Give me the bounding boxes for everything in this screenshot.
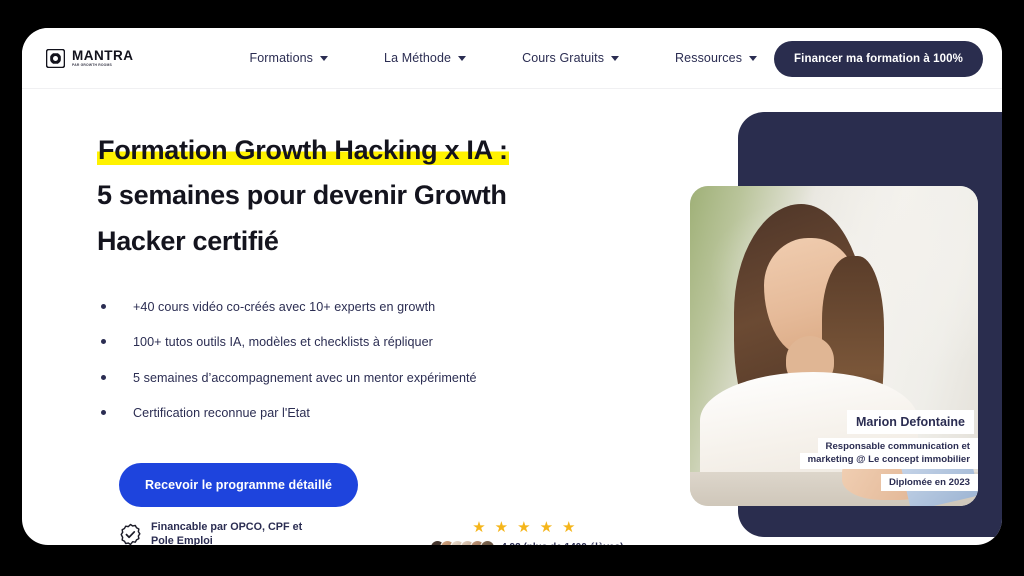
hero-content: Formation Growth Hacking x IA : 5 semain… <box>97 128 617 508</box>
bullet-icon <box>101 304 106 310</box>
nav-label: Cours Gratuits <box>522 51 605 65</box>
funding-text: Financable par OPCO, CPF et Pole Emploi <box>151 521 303 545</box>
chevron-down-icon <box>320 56 329 61</box>
rating-block: ★ ★ ★ ★ ★ 4,92 (plus de 1400 élèves) <box>430 520 624 545</box>
chevron-down-icon <box>458 56 467 61</box>
star-icon: ★ <box>472 519 486 536</box>
avatar-stack <box>430 540 496 545</box>
star-icon: ★ <box>539 519 554 536</box>
rating-summary: 4,92 (plus de 1400 élèves) <box>430 540 624 545</box>
nav-item-la-methode[interactable]: La Méthode <box>356 51 494 65</box>
list-item-label: 100+ tutos outils IA, modèles et checkli… <box>133 335 433 350</box>
header-financing-cta-button[interactable]: Financer ma formation à 100% <box>774 41 983 77</box>
main-nav: Formations La Méthode Cours Gratuits Res… <box>222 51 786 65</box>
page-title: Formation Growth Hacking x IA : 5 semain… <box>97 128 617 264</box>
nav-label: Ressources <box>675 51 743 65</box>
funding-badge: Financable par OPCO, CPF et Pole Emploi <box>119 520 302 545</box>
avatar <box>480 540 496 545</box>
testimonial-graduation: Diplomée en 2023 <box>880 473 978 491</box>
nav-label: Formations <box>249 51 314 65</box>
logo-name: MANTRA <box>72 47 134 63</box>
bullet-icon <box>101 374 106 380</box>
student-photo-card: Marion Defontaine Responsable communicat… <box>690 186 978 506</box>
mantra-aperture-icon <box>46 48 65 68</box>
list-item-label: +40 cours vidéo co-créés avec 10+ expert… <box>133 300 436 315</box>
hero-title-line3: Hacker certifié <box>97 225 279 256</box>
badge-check-icon <box>119 523 142 545</box>
chevron-down-icon <box>749 56 758 61</box>
list-item: Certification reconnue par l'Etat <box>97 404 617 422</box>
logo-text: MANTRA PAR GROWTH ROOMS <box>72 49 134 67</box>
testimonial-role-line2: marketing @ Le concept immobilier <box>799 453 978 469</box>
rating-label-link[interactable]: 4,92 (plus de 1400 élèves) <box>501 542 623 545</box>
testimonial-overlay: Marion Defontaine Responsable communicat… <box>690 410 978 491</box>
bullet-icon <box>101 339 106 345</box>
list-item-label: Certification reconnue par l'Etat <box>133 405 310 420</box>
star-icon: ★ <box>494 519 509 536</box>
bullet-icon <box>101 409 106 415</box>
testimonial-name: Marion Defontaine <box>846 410 974 435</box>
site-header: MANTRA PAR GROWTH ROOMS Formations La Mé… <box>22 28 1002 89</box>
list-item: 5 semaines d’accompagnement avec un ment… <box>97 369 617 387</box>
logo-tagline: PAR GROWTH ROOMS <box>72 62 112 67</box>
hero-feature-list: +40 cours vidéo co-créés avec 10+ expert… <box>97 298 617 422</box>
chevron-down-icon <box>611 56 620 61</box>
logo[interactable]: MANTRA PAR GROWTH ROOMS <box>46 48 134 68</box>
star-rating: ★ ★ ★ ★ ★ <box>472 520 575 535</box>
star-icon: ★ <box>517 519 531 536</box>
list-item: +40 cours vidéo co-créés avec 10+ expert… <box>97 298 617 316</box>
nav-label: La Méthode <box>384 51 452 65</box>
testimonial-role-line1: Responsable communication et <box>817 438 978 454</box>
list-item: 100+ tutos outils IA, modèles et checkli… <box>97 333 617 351</box>
nav-item-formations[interactable]: Formations <box>222 51 357 65</box>
trust-row: Financable par OPCO, CPF et Pole Emploi … <box>119 520 624 545</box>
browser-page: MANTRA PAR GROWTH ROOMS Formations La Mé… <box>22 28 1002 545</box>
hero-primary-cta-button[interactable]: Recevoir le programme détaillé <box>119 463 358 508</box>
nav-item-ressources[interactable]: Ressources <box>647 51 785 65</box>
nav-item-cours-gratuits[interactable]: Cours Gratuits <box>494 51 647 65</box>
hero-title-line1: Formation Growth Hacking x IA : <box>97 135 509 165</box>
star-icon: ★ <box>562 519 576 536</box>
list-item-label: 5 semaines d’accompagnement avec un ment… <box>133 370 477 385</box>
hero-title-line2: 5 semaines pour devenir Growth <box>97 180 507 211</box>
